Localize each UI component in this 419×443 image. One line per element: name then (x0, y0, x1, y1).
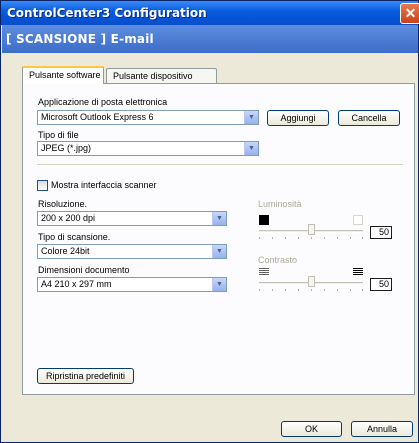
chevron-down-icon[interactable]: ▼ (212, 245, 226, 258)
cancel-button[interactable]: Annulla (351, 421, 413, 437)
brightness-slider-thumb[interactable] (308, 224, 315, 235)
file-type-select[interactable]: JPEG (*.jpg) ▼ (37, 141, 259, 156)
section-header: [ SCANSIONE ] E-mail (2, 25, 418, 53)
config-window: ControlCenter3 Configuration ✕ [ SCANSIO… (0, 0, 419, 443)
email-app-select[interactable]: Microsoft Outlook Express 6 ▼ (37, 110, 259, 125)
show-scanner-checkbox[interactable] (37, 180, 48, 191)
email-app-label: Applicazione di posta elettronica (38, 97, 168, 107)
doc-size-label: Dimensioni documento (38, 265, 130, 275)
contrast-slider-thumb[interactable] (308, 276, 315, 287)
chevron-down-icon[interactable]: ▼ (244, 111, 258, 124)
chevron-down-icon[interactable]: ▼ (212, 278, 226, 291)
title-bar[interactable]: ControlCenter3 Configuration ✕ (1, 1, 419, 25)
scan-type-label: Tipo di scansione. (38, 232, 111, 242)
brightness-dark-icon (259, 215, 269, 225)
chevron-down-icon[interactable]: ▼ (212, 212, 226, 225)
separator (37, 164, 403, 166)
chevron-down-icon[interactable]: ▼ (244, 142, 258, 155)
file-type-value: JPEG (*.jpg) (41, 143, 92, 153)
ok-button[interactable]: OK (281, 421, 342, 437)
email-app-value: Microsoft Outlook Express 6 (41, 112, 154, 122)
tab-device-button[interactable]: Pulsante dispositivo (106, 68, 217, 83)
resolution-label: Risoluzione. (38, 199, 88, 209)
contrast-value[interactable]: 50 (370, 278, 392, 291)
brightness-ticks (259, 237, 363, 241)
contrast-high-icon (353, 268, 363, 276)
contrast-label: Contrasto (258, 255, 298, 265)
resolution-value: 200 x 200 dpi (41, 213, 96, 223)
file-type-label: Tipo di file (38, 130, 79, 140)
tab-software-button[interactable]: Pulsante software (22, 66, 104, 84)
delete-button[interactable]: Cancella (338, 110, 400, 126)
tab-panel: Applicazione di posta elettronica Micros… (22, 83, 415, 395)
contrast-ticks (259, 289, 363, 293)
close-button[interactable]: ✕ (400, 3, 419, 24)
add-button[interactable]: Aggiungi (267, 110, 329, 126)
window-title: ControlCenter3 Configuration (7, 6, 207, 20)
doc-size-value: A4 210 x 297 mm (41, 279, 112, 289)
brightness-label: Luminosità (258, 199, 302, 209)
resolution-select[interactable]: 200 x 200 dpi ▼ (37, 211, 227, 226)
restore-defaults-button[interactable]: Ripristina predefiniti (37, 368, 134, 384)
show-scanner-label[interactable]: Mostra interfaccia scanner (51, 180, 157, 190)
scan-type-select[interactable]: Colore 24bit ▼ (37, 244, 227, 259)
brightness-value[interactable]: 50 (370, 226, 392, 239)
scan-type-value: Colore 24bit (41, 246, 90, 256)
doc-size-select[interactable]: A4 210 x 297 mm ▼ (37, 277, 227, 292)
close-icon: ✕ (404, 5, 417, 21)
brightness-light-icon (353, 215, 363, 225)
section-header-text: [ SCANSIONE ] E-mail (6, 32, 154, 46)
contrast-low-icon (259, 268, 269, 276)
